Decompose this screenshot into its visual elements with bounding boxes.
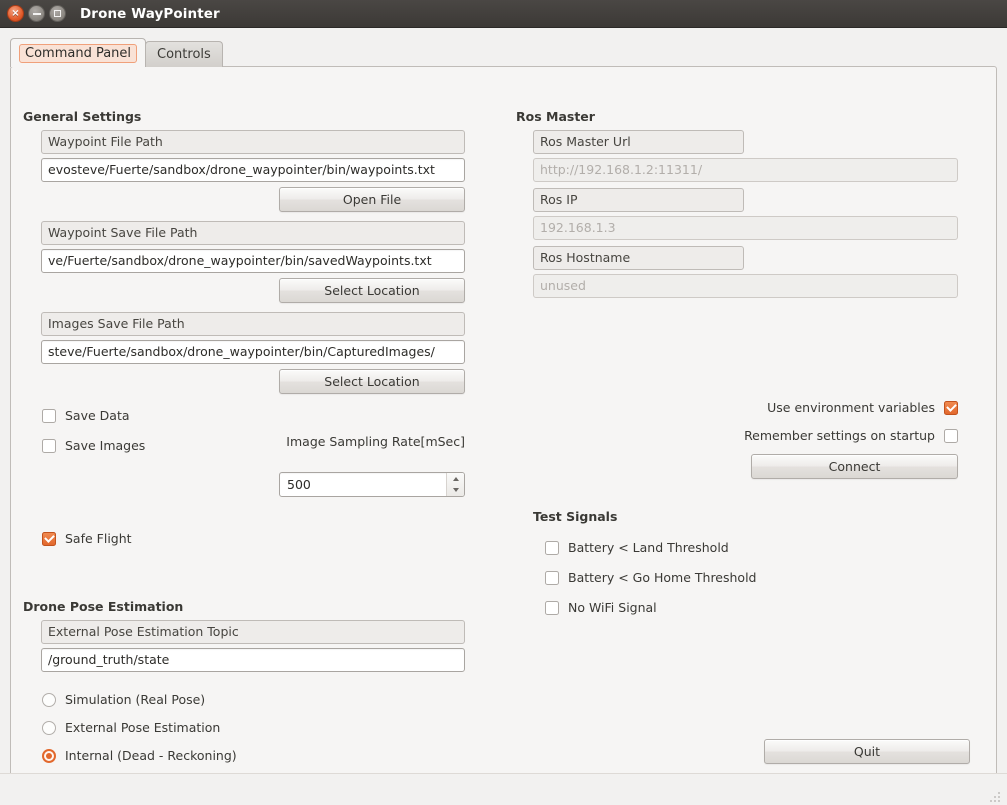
resize-grip-icon[interactable] — [990, 790, 1002, 802]
no-wifi-signal-checkbox[interactable] — [545, 600, 559, 615]
test-signal-no-wifi-row[interactable]: No WiFi Signal — [545, 600, 657, 615]
ros-master-url-input[interactable]: http://192.168.1.2:11311/ — [533, 158, 958, 182]
waypoint-save-file-path-label: Waypoint Save File Path — [41, 221, 465, 245]
drone-pose-estimation-heading: Drone Pose Estimation — [23, 599, 184, 614]
connect-button[interactable]: Connect — [751, 454, 958, 479]
command-panel-content: General Settings Waypoint File Path evos… — [10, 66, 997, 801]
image-sampling-rate-label: Image Sampling Rate[mSec] — [286, 434, 465, 449]
waypoint-file-path-input[interactable]: evosteve/Fuerte/sandbox/drone_waypointer… — [41, 158, 465, 182]
waypoint-select-location-button[interactable]: Select Location — [279, 278, 465, 303]
pose-option-simulation-row[interactable]: Simulation (Real Pose) — [42, 692, 205, 707]
test-signal-land-threshold-row[interactable]: Battery < Land Threshold — [545, 540, 729, 555]
battery-go-home-threshold-checkbox[interactable] — [545, 570, 559, 585]
ros-ip-label: Ros IP — [533, 188, 744, 212]
save-data-label: Save Data — [65, 408, 130, 423]
waypoint-file-path-label: Waypoint File Path — [41, 130, 465, 154]
tab-command-panel-label: Command Panel — [19, 43, 138, 63]
status-bar — [0, 773, 1007, 805]
close-icon[interactable]: × — [7, 5, 24, 22]
quit-button[interactable]: Quit — [764, 739, 970, 764]
save-images-checkbox[interactable] — [42, 438, 56, 453]
safe-flight-label: Safe Flight — [65, 531, 132, 546]
external-pose-topic-input[interactable]: /ground_truth/state — [41, 648, 465, 672]
waypoint-save-file-path-input[interactable]: ve/Fuerte/sandbox/drone_waypointer/bin/s… — [41, 249, 465, 273]
general-settings-heading: General Settings — [23, 109, 142, 124]
battery-land-threshold-checkbox[interactable] — [545, 540, 559, 555]
remember-settings-checkbox[interactable] — [944, 428, 958, 443]
title-bar: × Drone WayPointer — [0, 0, 1007, 28]
save-data-checkbox-row[interactable]: Save Data — [42, 408, 130, 423]
use-environment-variables-label: Use environment variables — [767, 400, 935, 415]
window-title: Drone WayPointer — [80, 5, 220, 22]
no-wifi-signal-label: No WiFi Signal — [568, 600, 657, 615]
pose-option-internal-label: Internal (Dead - Reckoning) — [65, 748, 237, 763]
ros-hostname-input[interactable]: unused — [533, 274, 958, 298]
ros-master-heading: Ros Master — [516, 109, 595, 124]
test-signals-heading: Test Signals — [533, 509, 618, 524]
images-select-location-button[interactable]: Select Location — [279, 369, 465, 394]
tab-controls-label: Controls — [157, 47, 211, 62]
image-sampling-rate-stepper[interactable]: 500 — [279, 472, 465, 497]
pose-option-external-row[interactable]: External Pose Estimation — [42, 720, 220, 735]
stepper-up-icon[interactable] — [447, 473, 464, 485]
save-images-label: Save Images — [65, 438, 146, 453]
use-environment-variables-row[interactable]: Use environment variables — [711, 400, 958, 415]
ros-ip-input[interactable]: 192.168.1.3 — [533, 216, 958, 240]
tab-controls[interactable]: Controls — [145, 41, 223, 67]
test-signal-go-home-threshold-row[interactable]: Battery < Go Home Threshold — [545, 570, 756, 585]
stepper-buttons[interactable] — [446, 473, 464, 496]
ros-hostname-label: Ros Hostname — [533, 246, 744, 270]
remember-settings-row[interactable]: Remember settings on startup — [711, 428, 958, 443]
minimize-icon[interactable] — [28, 5, 45, 22]
images-save-file-path-input[interactable]: steve/Fuerte/sandbox/drone_waypointer/bi… — [41, 340, 465, 364]
pose-option-external-label: External Pose Estimation — [65, 720, 221, 735]
maximize-icon[interactable] — [49, 5, 66, 22]
images-save-file-path-label: Images Save File Path — [41, 312, 465, 336]
window-body: Command Panel Controls General Settings … — [0, 28, 1007, 805]
ros-master-url-label: Ros Master Url — [533, 130, 744, 154]
battery-land-threshold-label: Battery < Land Threshold — [568, 540, 729, 555]
safe-flight-checkbox-row[interactable]: Safe Flight — [42, 531, 132, 546]
pose-option-internal-row[interactable]: Internal (Dead - Reckoning) — [42, 748, 237, 763]
remember-settings-label: Remember settings on startup — [744, 428, 935, 443]
image-sampling-rate-value[interactable]: 500 — [280, 477, 446, 492]
pose-option-simulation-radio[interactable] — [42, 692, 56, 707]
save-data-checkbox[interactable] — [42, 408, 56, 423]
tab-command-panel[interactable]: Command Panel — [10, 38, 147, 67]
pose-option-internal-radio[interactable] — [42, 748, 56, 763]
open-file-button[interactable]: Open File — [279, 187, 465, 212]
stepper-down-icon[interactable] — [447, 485, 464, 497]
pose-option-simulation-label: Simulation (Real Pose) — [65, 692, 206, 707]
use-environment-variables-checkbox[interactable] — [944, 400, 958, 415]
pose-option-external-radio[interactable] — [42, 720, 56, 735]
save-images-checkbox-row[interactable]: Save Images — [42, 438, 145, 453]
safe-flight-checkbox[interactable] — [42, 531, 56, 546]
battery-go-home-threshold-label: Battery < Go Home Threshold — [568, 570, 757, 585]
tab-bar: Command Panel Controls — [10, 38, 223, 67]
external-pose-topic-label: External Pose Estimation Topic — [41, 620, 465, 644]
